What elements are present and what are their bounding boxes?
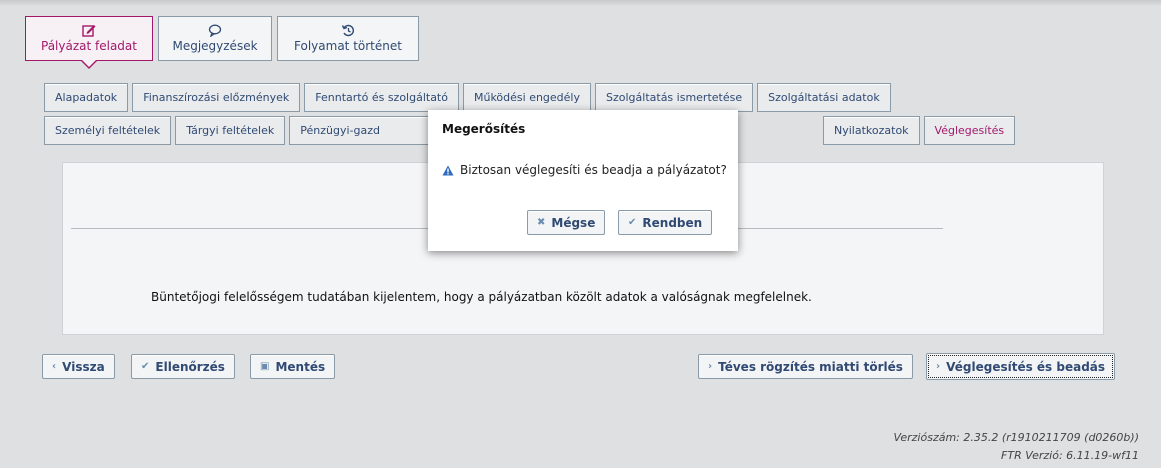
delete-button[interactable]: › Téves rögzítés miatti törlés (698, 354, 913, 379)
sub-tabs-row-2-right: Nyilatkozatok Véglegesítés (823, 116, 1016, 145)
version-number: Verziószám: 2.35.2 (r1910211709 (d0260b)… (893, 431, 1139, 444)
cancel-button-label: Mégse (551, 215, 596, 230)
finalize-submit-button[interactable]: › Véglegesítés és beadás (926, 353, 1116, 380)
tab-label: Pénzügyi-gazd (300, 124, 380, 137)
tab-palyazat-feladat[interactable]: Pályázat feladat (25, 16, 153, 69)
tab-alapadatok[interactable]: Alapadatok (44, 83, 129, 112)
top-shadow (0, 0, 1161, 6)
history-icon (341, 24, 354, 37)
save-icon: ▣ (260, 361, 270, 372)
tab-label: Folyamat történet (294, 39, 402, 53)
finalize-button-label: Véglegesítés és beadás (946, 359, 1106, 374)
tab-finanszirozasi-elozmenyek[interactable]: Finanszírozási előzmények (132, 83, 301, 112)
tab-szolgaltatas-ismertetese[interactable]: Szolgáltatás ismertetése (595, 83, 754, 112)
tab-megjegyzesek[interactable]: Megjegyzések (158, 16, 272, 61)
ok-button[interactable]: ✔ Rendben (618, 210, 713, 235)
chevron-left-icon: ‹ (52, 361, 57, 372)
back-button-label: Vissza (62, 359, 105, 374)
dialog-message: Biztosan véglegesíti és beadja a pályáza… (442, 163, 727, 177)
tab-mukodesi-engedely[interactable]: Működési engedély (462, 83, 591, 112)
check-icon: ✔ (141, 361, 150, 372)
warning-icon (442, 165, 454, 175)
dialog-message-text: Biztosan véglegesíti és beadja a pályáza… (460, 163, 727, 177)
ok-button-label: Rendben (642, 215, 703, 230)
confirm-dialog: Megerősítés Biztosan véglegesíti és bead… (428, 110, 738, 251)
main-tabs: Pályázat feladat Megjegyzések Folyamat t… (25, 16, 419, 69)
sub-tabs-row-1: Alapadatok Finanszírozási előzmények Fen… (44, 83, 891, 112)
chevron-right-icon: › (936, 361, 941, 372)
declaration-text: Büntetőjogi felelősségem tudatában kijel… (151, 290, 812, 304)
tab-szolgaltatasi-adatok[interactable]: Szolgáltatási adatok (757, 83, 891, 112)
check-button[interactable]: ✔ Ellenőrzés (131, 354, 235, 379)
tab-folyamat-tortenet[interactable]: Folyamat történet (277, 16, 419, 61)
dialog-title: Megerősítés (442, 122, 526, 136)
tab-label: Pályázat feladat (41, 39, 137, 53)
chevron-right-icon: › (708, 361, 713, 372)
cancel-button[interactable]: ✖ Mégse (527, 210, 606, 235)
tab-fenntarto-es-szolgaltato[interactable]: Fenntartó és szolgáltató (304, 83, 459, 112)
close-icon: ✖ (537, 217, 546, 228)
tab-szemelyi-feltetelek[interactable]: Személyi feltételek (44, 116, 172, 145)
delete-button-label: Téves rögzítés miatti törlés (718, 359, 903, 374)
tab-nyilatkozatok[interactable]: Nyilatkozatok (823, 116, 920, 145)
tab-targyi-feltetelek[interactable]: Tárgyi feltételek (175, 116, 286, 145)
comment-icon (208, 24, 222, 37)
check-button-label: Ellenőrzés (155, 359, 225, 374)
save-button[interactable]: ▣ Mentés (250, 354, 336, 379)
edit-icon (82, 25, 96, 37)
back-button[interactable]: ‹ Vissza (42, 354, 115, 379)
tab-veglegesites[interactable]: Véglegesítés (923, 116, 1016, 145)
tab-label: Megjegyzések (172, 39, 258, 53)
check-icon: ✔ (628, 217, 637, 228)
save-button-label: Mentés (275, 359, 326, 374)
ftr-version: FTR Verzió: 6.11.19-wf11 (1001, 449, 1139, 462)
